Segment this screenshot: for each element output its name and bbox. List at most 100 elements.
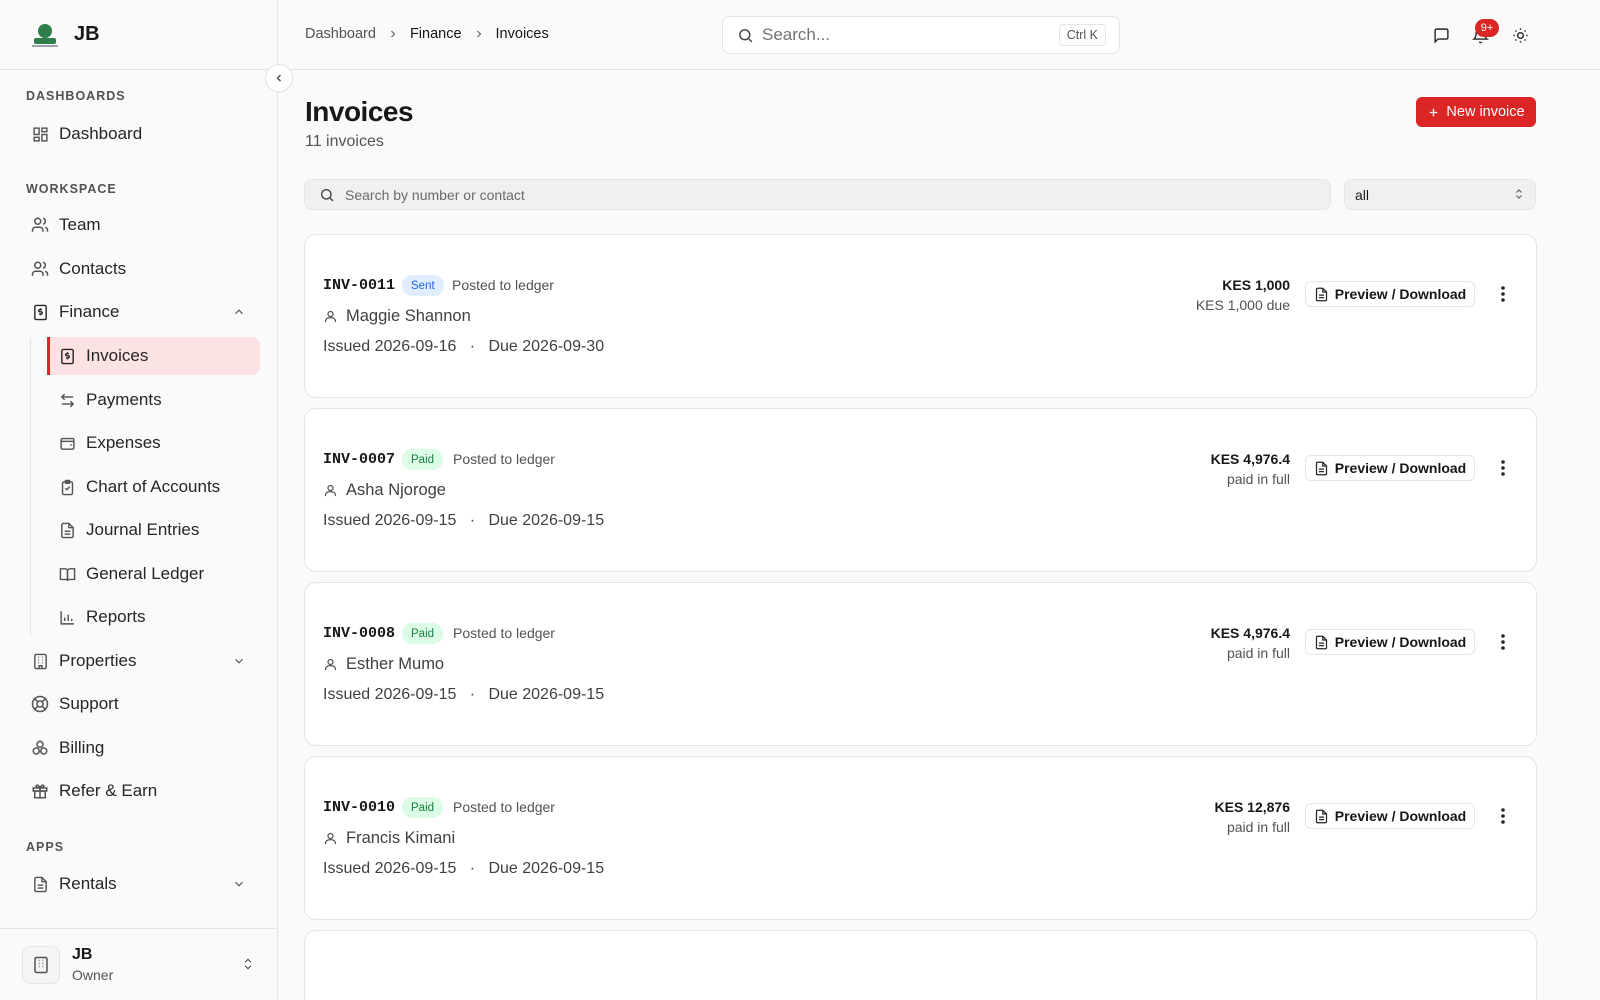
invoice-number[interactable]: INV-0010 (323, 799, 395, 816)
sidebar-item-chart-of-accounts[interactable]: Chart of Accounts (47, 468, 260, 506)
notification-badge: 9+ (1475, 19, 1499, 37)
plus-icon (1427, 106, 1440, 119)
new-invoice-label: New invoice (1446, 104, 1525, 120)
issued-date: Issued 2026-09-15 (323, 512, 457, 529)
book-icon (57, 564, 77, 584)
sidebar-item-support[interactable]: Support (20, 685, 260, 723)
user-icon (323, 657, 338, 672)
more-options-icon[interactable] (1493, 284, 1513, 304)
invoice-amount: KES 4,976.4 (1210, 625, 1290, 641)
chevron-left-icon (276, 74, 281, 82)
global-search[interactable]: Ctrl K (722, 16, 1120, 54)
shortcut-hint: Ctrl K (1058, 24, 1106, 46)
invoice-contact: Asha Njoroge (323, 481, 446, 500)
sidebar-item-invoices[interactable]: Invoices (47, 337, 260, 375)
contact-name: Francis Kimani (346, 829, 456, 847)
dot-separator: · (460, 860, 484, 877)
invoice-card[interactable]: INV-0007 Paid Posted to ledger Asha Njor… (304, 408, 1537, 572)
sidebar-item-label: Reports (86, 607, 146, 626)
sidebar-item-finance[interactable]: Finance (20, 293, 260, 331)
page-title: Invoices (305, 96, 414, 127)
invoice-dates: Issued 2026-09-15 · Due 2026-09-15 (323, 512, 604, 530)
invoice-contact: Maggie Shannon (323, 307, 471, 326)
sidebar-item-journal-entries[interactable]: Journal Entries (47, 511, 260, 549)
invoice-search-input[interactable] (345, 186, 1245, 203)
breadcrumb-invoices: Invoices (495, 26, 549, 42)
sidebar-item-properties[interactable]: Properties (20, 642, 260, 680)
due-date: Due 2026-09-15 (488, 860, 605, 877)
coins-icon (30, 738, 50, 758)
invoice-dates: Issued 2026-09-15 · Due 2026-09-15 (323, 686, 604, 704)
breadcrumb-dashboard[interactable]: Dashboard (305, 26, 376, 42)
sidebar-item-payments[interactable]: Payments (47, 381, 260, 419)
sidebar-item-contacts[interactable]: Contacts (20, 250, 260, 288)
preview-download-label: Preview / Download (1334, 460, 1467, 476)
message-icon[interactable] (1431, 25, 1451, 45)
sidebar-item-label: Contacts (59, 259, 127, 278)
invoice-amount: KES 4,976.4 (1210, 451, 1290, 467)
invoice-number[interactable]: INV-0011 (323, 277, 395, 294)
sidebar-item-refer-earn[interactable]: Refer & Earn (20, 772, 260, 810)
sidebar-item-general-ledger[interactable]: General Ledger (47, 555, 260, 593)
sidebar-item-label: Invoices (86, 346, 149, 365)
search-input[interactable] (762, 25, 1042, 45)
document-icon (30, 874, 50, 894)
brand[interactable]: JB (0, 0, 277, 70)
issued-date: Issued 2026-09-15 (323, 860, 457, 877)
new-invoice-button[interactable]: New invoice (1416, 97, 1536, 127)
chevron-right-icon (387, 28, 399, 40)
sidebar-item-billing[interactable]: Billing (20, 729, 260, 767)
invoice-number[interactable]: INV-0008 (323, 625, 395, 642)
preview-download-button[interactable]: Preview / Download (1305, 803, 1475, 829)
sidebar-item-dashboard[interactable]: Dashboard (20, 115, 260, 153)
invoice-card[interactable]: INV-0011 Sent Posted to ledger Maggie Sh… (304, 234, 1537, 398)
amount-note: paid in full (1226, 471, 1290, 487)
sidebar-item-label: Refer & Earn (59, 781, 158, 800)
sidebar-item-label: Rentals (59, 874, 117, 893)
breadcrumb-finance[interactable]: Finance (410, 26, 462, 42)
user-icon (323, 309, 338, 324)
invoice-card[interactable]: INV-0008 Paid Posted to ledger Esther Mu… (304, 582, 1537, 746)
status-filter-value: all (1355, 186, 1370, 203)
more-options-icon[interactable] (1493, 458, 1513, 478)
sidebar-item-label: Support (59, 694, 119, 713)
section-title-apps: APPS (26, 840, 65, 854)
amount-note: paid in full (1226, 819, 1290, 835)
preview-download-button[interactable]: Preview / Download (1305, 281, 1475, 307)
collapse-sidebar-button[interactable] (265, 64, 293, 92)
bar-chart-icon (57, 607, 77, 627)
status-badge: Paid (402, 797, 444, 818)
file-text-icon (1314, 287, 1329, 302)
status-badge: Paid (402, 623, 444, 644)
sidebar-item-expenses[interactable]: Expenses (47, 424, 260, 462)
sidebar-item-label: Dashboard (59, 124, 143, 143)
invoice-card[interactable] (304, 930, 1537, 1000)
sidebar-item-label: Finance (59, 302, 120, 321)
invoice-card[interactable]: INV-0010 Paid Posted to ledger Francis K… (304, 756, 1537, 920)
brand-name: JB (74, 23, 100, 45)
sun-icon[interactable] (1510, 25, 1530, 45)
lifebuoy-icon (30, 694, 50, 714)
preview-download-button[interactable]: Preview / Download (1305, 629, 1475, 655)
section-title-dashboards: DASHBOARDS (26, 89, 126, 103)
sidebar-item-label: Chart of Accounts (86, 477, 221, 496)
posted-label: Posted to ledger (452, 277, 554, 293)
invoice-contact: Esther Mumo (323, 655, 444, 674)
invoice-search[interactable] (304, 179, 1331, 210)
user-menu[interactable]: JB Owner (0, 928, 277, 1000)
more-options-icon[interactable] (1493, 806, 1513, 826)
section-title-workspace: WORKSPACE (26, 182, 117, 196)
sidebar-item-rentals[interactable]: Rentals (20, 865, 260, 903)
brand-logo (32, 22, 58, 48)
sidebar-item-team[interactable]: Team (20, 206, 260, 244)
sidebar-item-reports[interactable]: Reports (47, 598, 260, 636)
invoice-icon (57, 346, 77, 366)
preview-download-label: Preview / Download (1334, 286, 1467, 302)
more-options-icon[interactable] (1493, 632, 1513, 652)
posted-label: Posted to ledger (453, 451, 555, 467)
preview-download-button[interactable]: Preview / Download (1305, 455, 1475, 481)
invoice-number[interactable]: INV-0007 (323, 451, 395, 468)
contact-name: Maggie Shannon (346, 307, 471, 325)
status-filter-select[interactable]: all (1344, 179, 1536, 210)
user-name: JB (72, 946, 93, 963)
